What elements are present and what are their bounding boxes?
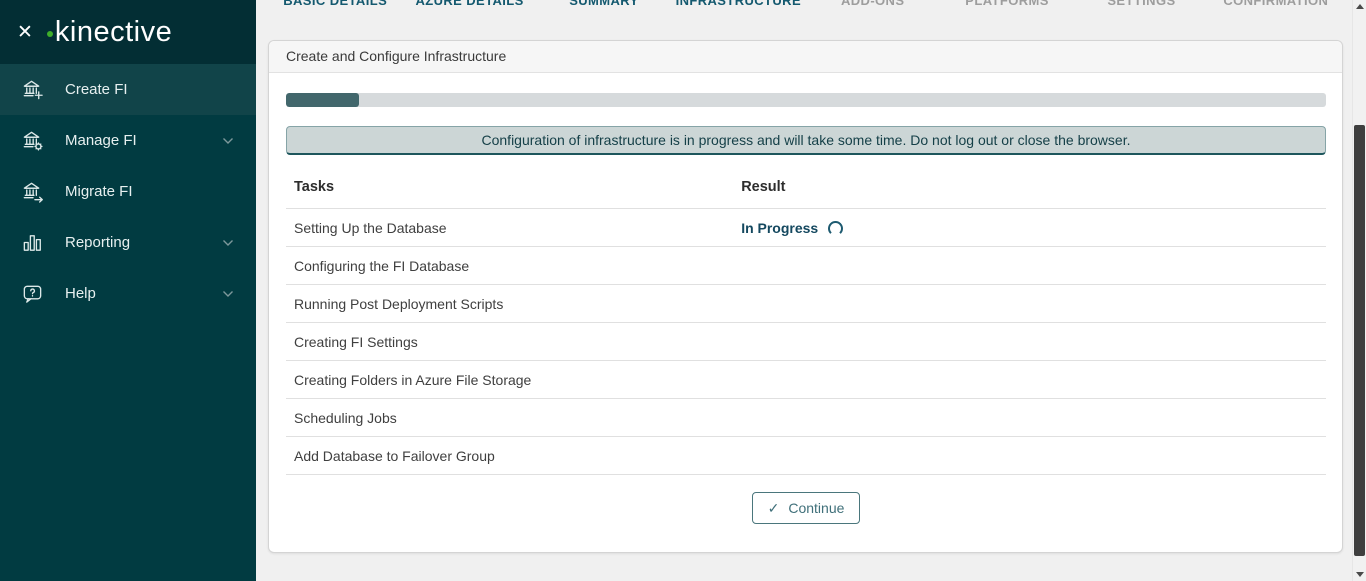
tab-settings: SETTINGS xyxy=(1074,0,1208,11)
progress-bar-fill xyxy=(286,93,359,107)
help-bubble-icon xyxy=(21,282,44,305)
sidebar-item-label: Migrate FI xyxy=(65,183,234,200)
tab-summary[interactable]: SUMMARY xyxy=(537,0,671,11)
task-name: Scheduling Jobs xyxy=(286,399,733,437)
task-row: Creating FI Settings xyxy=(286,323,1326,361)
tasks-table-body: Setting Up the Database In Progress Config… xyxy=(286,209,1326,475)
bank-arrow-icon xyxy=(21,180,44,203)
logo-text: kinective xyxy=(55,16,172,48)
scrollbar-thumb[interactable] xyxy=(1354,125,1365,556)
sidebar-item-migrate-fi[interactable]: Migrate FI xyxy=(0,166,256,217)
task-row: Setting Up the Database In Progress xyxy=(286,209,1326,247)
task-name: Configuring the FI Database xyxy=(286,247,733,285)
task-name: Running Post Deployment Scripts xyxy=(286,285,733,323)
chevron-down-icon xyxy=(222,137,234,145)
bar-chart-icon xyxy=(21,231,44,254)
vertical-scrollbar xyxy=(1352,0,1366,581)
button-row: ✓ Continue xyxy=(286,475,1326,524)
tab-basic-details[interactable]: BASIC DETAILS xyxy=(268,0,402,11)
tasks-table-header-row: Tasks Result xyxy=(286,175,1326,209)
in-progress-alert: Configuration of infrastructure is in pr… xyxy=(286,126,1326,155)
task-result xyxy=(733,361,1326,399)
tab-infrastructure[interactable]: INFRASTRUCTURE xyxy=(671,0,805,11)
sidebar-item-create-fi[interactable]: Create FI xyxy=(0,64,256,115)
sidebar: ✕ kinective Create FI xyxy=(0,0,256,581)
task-row: Creating Folders in Azure File Storage xyxy=(286,361,1326,399)
sidebar-item-label: Create FI xyxy=(65,81,234,98)
tasks-table: Tasks Result Setting Up the Database In P… xyxy=(286,175,1326,475)
sidebar-item-label: Manage FI xyxy=(65,132,222,149)
bank-gear-icon xyxy=(21,129,44,152)
continue-button-label: Continue xyxy=(788,500,844,516)
check-icon: ✓ xyxy=(768,500,780,516)
tab-azure-details[interactable]: AZURE DETAILS xyxy=(402,0,536,11)
chevron-down-icon xyxy=(222,239,234,247)
bank-plus-icon xyxy=(21,78,44,101)
task-row: Configuring the FI Database xyxy=(286,247,1326,285)
task-result xyxy=(733,437,1326,475)
sidebar-item-manage-fi[interactable]: Manage FI xyxy=(0,115,256,166)
card-title: Create and Configure Infrastructure xyxy=(269,41,1342,73)
task-row: Scheduling Jobs xyxy=(286,399,1326,437)
column-header-result: Result xyxy=(733,175,1326,209)
task-result-text: In Progress xyxy=(741,220,818,236)
task-result: In Progress xyxy=(733,209,1326,247)
task-name: Add Database to Failover Group xyxy=(286,437,733,475)
task-name: Creating FI Settings xyxy=(286,323,733,361)
infrastructure-card: Create and Configure Infrastructure Conf… xyxy=(268,40,1343,553)
tab-confirmation: CONFIRMATION xyxy=(1209,0,1343,11)
close-menu-icon[interactable]: ✕ xyxy=(17,23,33,42)
sidebar-item-help[interactable]: Help xyxy=(0,268,256,319)
task-result xyxy=(733,285,1326,323)
chevron-down-icon xyxy=(222,290,234,298)
task-result xyxy=(733,323,1326,361)
app-logo: kinective xyxy=(46,16,172,49)
logo-accent-dot xyxy=(47,31,53,37)
scrollbar-up-arrow-icon[interactable] xyxy=(1353,0,1366,14)
sidebar-item-label: Reporting xyxy=(65,234,222,251)
sidebar-nav: Create FI Manage FI xyxy=(0,64,256,319)
task-result xyxy=(733,247,1326,285)
scrollbar-down-arrow-icon[interactable] xyxy=(1353,567,1366,581)
wizard-tabs: BASIC DETAILSAZURE DETAILSSUMMARYINFRAST… xyxy=(268,0,1343,11)
tab-platforms: PLATFORMS xyxy=(940,0,1074,11)
progress-bar xyxy=(286,93,1326,107)
task-name: Creating Folders in Azure File Storage xyxy=(286,361,733,399)
sidebar-item-label: Help xyxy=(65,285,222,302)
column-header-tasks: Tasks xyxy=(286,175,733,209)
tab-add-ons: ADD-ONS xyxy=(806,0,940,11)
card-body: Configuration of infrastructure is in pr… xyxy=(269,73,1342,524)
task-name: Setting Up the Database xyxy=(286,209,733,247)
sidebar-header: ✕ kinective xyxy=(0,0,256,64)
main-content: BASIC DETAILSAZURE DETAILSSUMMARYINFRAST… xyxy=(256,0,1352,581)
task-row: Running Post Deployment Scripts xyxy=(286,285,1326,323)
continue-button[interactable]: ✓ Continue xyxy=(752,492,861,524)
sidebar-item-reporting[interactable]: Reporting xyxy=(0,217,256,268)
in-progress-spinner-icon xyxy=(828,221,843,236)
task-result xyxy=(733,399,1326,437)
task-row: Add Database to Failover Group xyxy=(286,437,1326,475)
